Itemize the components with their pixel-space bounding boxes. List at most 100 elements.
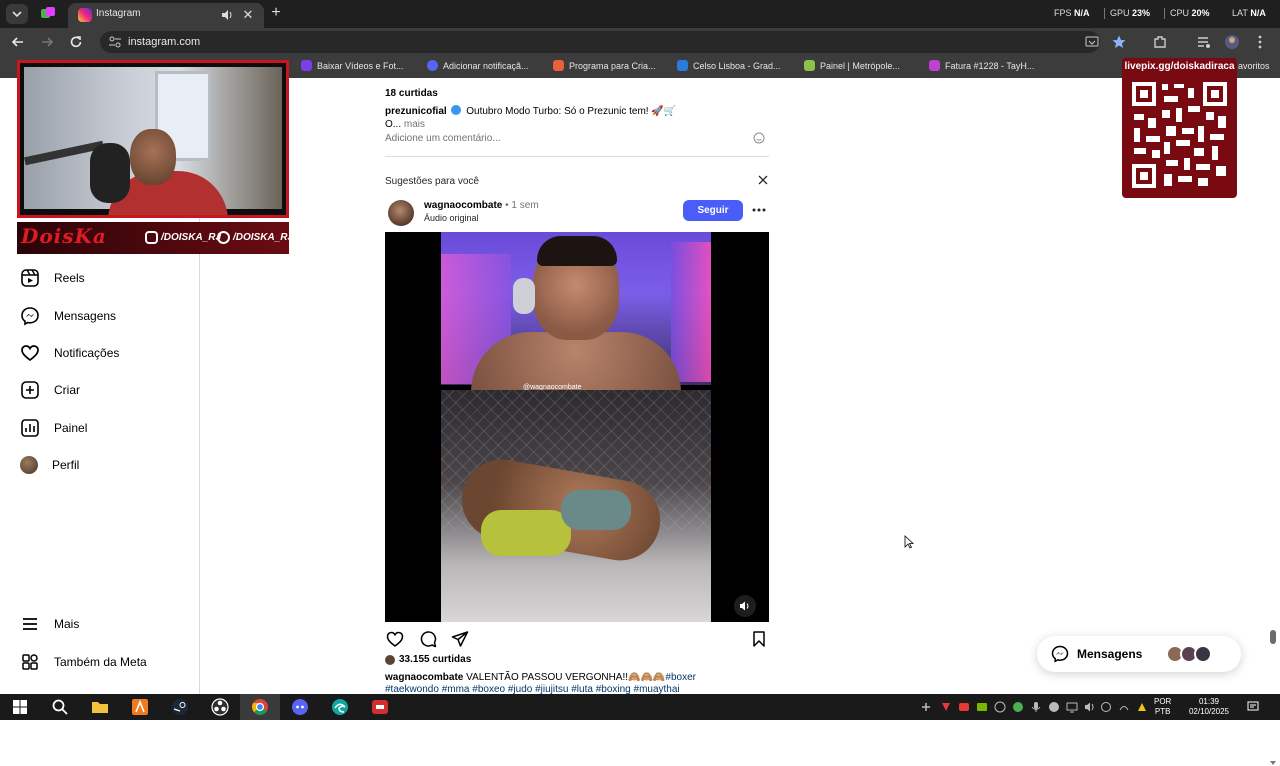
perf-gpu: GPU 23% [1110,8,1151,18]
post-audio[interactable]: Áudio original [424,213,479,223]
tab-instagram[interactable]: Instagram ✕ [68,3,264,28]
qr-donation-overlay: livepix.gg/doiskadiraca [1122,58,1237,198]
meta-apps-icon [22,654,38,670]
keyboard-language[interactable]: POR PTB [1154,697,1171,717]
tray-icon[interactable] [1012,701,1024,713]
more-link[interactable]: mais [404,119,425,130]
steam-icon[interactable] [170,697,190,717]
tray-icon[interactable] [958,701,970,713]
reels-icon [21,269,39,287]
tray-icon[interactable] [940,701,952,713]
plus-square-icon [21,381,39,399]
more-options-icon[interactable] [751,205,767,215]
search-icon[interactable] [50,697,70,717]
bookmark-item[interactable]: Baixar Vídeos e Fot... [301,60,404,71]
streamer-banner: DoisKa /DOISKA_RJ /DOISKA_RJ [17,222,293,254]
bookmark-item[interactable]: Fatura #1228 - TayH... [929,60,1034,71]
feed-column: 18 curtidas prezunicofial Outubro Modo T… [385,78,769,695]
profile-avatar[interactable] [1224,34,1240,50]
sidebar-item-create[interactable]: Criar [20,378,80,402]
like-heart-icon[interactable] [386,630,404,648]
avatar [385,654,395,665]
prev-post-likes[interactable]: 18 curtidas [385,88,438,99]
post-username[interactable]: wagnaocombate [424,200,502,211]
bookmark-item[interactable]: Painel | Metrópole... [804,60,900,71]
prev-post-username[interactable]: prezunicofial [385,106,447,117]
notifications-icon[interactable] [1247,701,1259,713]
close-icon[interactable] [757,174,769,186]
windows-taskbar: POR PTB 01:39 02/10/2025 [0,694,1280,720]
scroll-down-icon[interactable] [1270,760,1276,766]
tray-icon[interactable] [920,701,932,713]
bookmark-item[interactable]: Programa para Cria... [553,60,656,71]
chevron-down-icon [12,11,22,18]
post-video[interactable]: @wagnaocombate [385,232,769,622]
emoji-icon[interactable] [753,132,765,144]
sidebar-item-more[interactable]: Mais [20,612,79,636]
taskbar-clock[interactable]: 01:39 02/10/2025 [1184,697,1234,717]
kebab-menu-icon[interactable] [1252,34,1268,50]
tray-icon[interactable] [976,701,988,713]
tray-icon[interactable] [1100,701,1112,713]
divider [385,156,769,157]
app-orange-icon[interactable] [130,697,150,717]
media-controls-icon[interactable] [1196,34,1212,50]
qr-code-icon [1128,78,1231,192]
back-button[interactable] [10,34,26,50]
reload-icon [70,36,82,48]
post-likes[interactable]: 33.155 curtidas [385,654,471,665]
bookmark-item[interactable]: Adicionar notificaçã... [427,60,529,71]
save-bookmark-icon[interactable] [750,630,768,648]
tab-audio-icon[interactable] [220,8,234,22]
bookmark-item[interactable]: Celso Lisboa - Grad... [677,60,781,71]
app-red-icon[interactable] [370,697,390,717]
tray-icon[interactable] [1136,701,1148,713]
tab-title: Instagram [96,8,141,19]
instagram-handle: /DOISKA_RJ [145,231,221,244]
site-info-icon[interactable] [108,35,122,49]
follow-button[interactable]: Seguir [683,200,743,221]
comment-input[interactable]: Adicione um comentário... [385,132,769,144]
tray-icon[interactable] [994,701,1006,713]
edge-icon[interactable] [330,697,350,717]
sidebar-item-dashboard[interactable]: Painel [20,416,87,440]
tab-search-button[interactable] [6,4,28,24]
microphone-icon[interactable] [1030,701,1042,713]
address-bar[interactable]: instagram.com [100,31,1100,53]
volume-icon[interactable] [1084,701,1096,713]
obs-icon[interactable] [210,697,230,717]
avatar [20,456,38,474]
sidebar-item-messages[interactable]: Mensagens [20,304,116,328]
share-icon[interactable] [451,630,469,648]
windows-start-icon[interactable] [10,697,30,717]
network-icon[interactable] [1066,701,1078,713]
caption-username[interactable]: wagnaocombate [385,672,463,683]
chrome-icon[interactable] [250,697,270,717]
volume-button[interactable] [734,595,756,617]
extension-icon[interactable] [40,6,56,22]
cast-icon[interactable] [1084,34,1100,50]
video-frame-bottom [441,390,711,622]
hashtag-link[interactable]: #boxer [665,672,696,683]
tray-icon[interactable] [1118,701,1130,713]
all-bookmarks-link[interactable]: avoritos [1238,61,1270,71]
sidebar-item-profile[interactable]: Perfil [20,453,79,477]
scrollbar-thumb[interactable] [1270,630,1276,644]
steam-tray-icon[interactable] [1048,701,1060,713]
messages-floating-button[interactable]: Mensagens [1037,636,1241,672]
tab-close-icon[interactable]: ✕ [240,7,256,23]
bookmark-star-icon[interactable] [1111,34,1127,50]
post-header: wagnaocombate • 1 sem Áudio original Seg… [385,198,769,226]
reload-button[interactable] [68,34,84,50]
avatar[interactable] [388,200,414,226]
forward-button[interactable] [39,34,55,50]
new-tab-button[interactable]: + [268,5,284,21]
comment-icon[interactable] [419,630,437,648]
discord-icon[interactable] [290,697,310,717]
sidebar-item-reels[interactable]: Reels [20,266,85,290]
file-explorer-icon[interactable] [90,697,110,717]
bookmark-favicon-icon [929,60,940,71]
sidebar-item-notifications[interactable]: Notificações [20,341,119,365]
sidebar-item-also-from-meta[interactable]: Também da Meta [20,650,147,674]
extensions-icon[interactable] [1152,34,1168,50]
